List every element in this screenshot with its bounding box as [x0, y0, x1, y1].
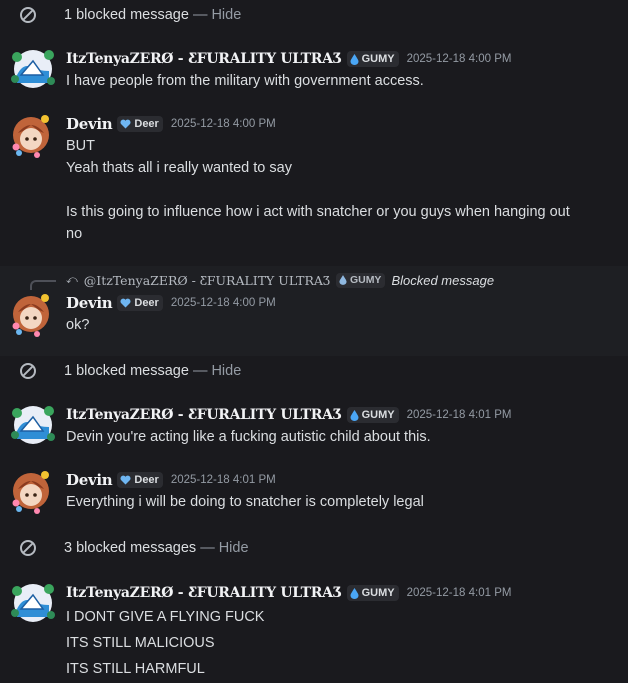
message-line: Devin you're acting like a fucking autis… — [66, 429, 431, 445]
guild-tag[interactable]: Deer — [117, 295, 163, 311]
message-line: Everything i will be doing to snatcher i… — [66, 494, 424, 510]
reply-tag-label: GUMY — [349, 274, 382, 286]
hide-link[interactable]: Hide — [219, 540, 249, 556]
water-drop-icon — [350, 587, 359, 599]
message: Devin Deer 2025-12-18 4:01 PM Everything… — [0, 469, 628, 514]
username[interactable]: ItzTenyaZERØ - ƸFURALITY ULTRAƷ — [66, 51, 342, 67]
separator: — — [200, 540, 215, 556]
message: ItzTenyaZERØ - ƸFURALITY ULTRAƷ GUMY 202… — [0, 48, 628, 92]
water-drop-icon — [339, 275, 347, 285]
blocked-icon — [20, 540, 36, 556]
message-line: ok? — [66, 317, 90, 333]
username[interactable]: ItzTenyaZERØ - ƸFURALITY ULTRAƷ — [66, 585, 342, 601]
blocked-count: 1 blocked message — [64, 7, 189, 23]
separator: — — [192, 7, 208, 23]
avatar[interactable] — [9, 401, 55, 444]
message-line: Yeah thats all i really wanted to say — [66, 160, 292, 176]
timestamp[interactable]: 2025-12-18 4:01 PM — [171, 474, 276, 486]
timestamp[interactable]: 2025-12-18 4:00 PM — [171, 118, 276, 130]
message: Devin Deer 2025-12-18 4:00 PM ok? — [0, 292, 628, 337]
timestamp[interactable]: 2025-12-18 4:01 PM — [407, 587, 512, 599]
message-line: I DONT GIVE A FLYING FUCK — [66, 609, 265, 625]
message: ItzTenyaZERØ - ƸFURALITY ULTRAƷ GUMY 202… — [0, 582, 628, 682]
reply-arrow-icon: ⤺ — [66, 273, 78, 286]
tag-label: GUMY — [361, 409, 395, 421]
guild-tag[interactable]: GUMY — [346, 51, 399, 67]
message: ItzTenyaZERØ - ƸFURALITY ULTRAƷ GUMY 202… — [0, 404, 628, 448]
tag-label: Deer — [134, 118, 159, 130]
message-line: I have people from the military with gov… — [66, 73, 424, 89]
separator: — — [192, 363, 208, 379]
avatar[interactable] — [9, 579, 55, 622]
blocked-icon — [20, 363, 36, 379]
reply-preview[interactable]: Blocked message — [391, 273, 494, 288]
reply-username[interactable]: @ItzTenyaZERØ - ƸFURALITY ULTRAƷ — [84, 273, 330, 288]
heart-shield-icon — [120, 298, 131, 308]
message-line: ITS STILL MALICIOUS — [66, 635, 215, 651]
hide-link[interactable]: Hide — [211, 7, 241, 23]
message: Devin Deer 2025-12-18 4:00 PM BUT Yeah t… — [0, 113, 628, 245]
username[interactable]: Devin — [66, 115, 113, 133]
message-line: no — [66, 226, 83, 242]
reply-guild-tag: GUMY — [335, 272, 386, 288]
reply-context[interactable]: ⤺ @ItzTenyaZERØ - ƸFURALITY ULTRAƷ GUMY … — [0, 270, 628, 290]
timestamp[interactable]: 2025-12-18 4:00 PM — [407, 53, 512, 65]
hide-link[interactable]: Hide — [211, 363, 241, 379]
heart-shield-icon — [120, 119, 131, 129]
avatar[interactable] — [9, 469, 51, 514]
guild-tag[interactable]: GUMY — [346, 585, 399, 601]
chat-log: 1 blocked message — Hide ItzTenyaZERØ - … — [0, 0, 628, 683]
blocked-messages-row: 3 blocked messages — Hide — [0, 533, 628, 563]
message-line: BUT — [66, 138, 95, 154]
tag-label: GUMY — [361, 53, 395, 65]
avatar[interactable] — [9, 113, 51, 158]
tag-label: Deer — [134, 297, 159, 309]
tag-label: GUMY — [361, 587, 395, 599]
guild-tag[interactable]: Deer — [117, 116, 163, 132]
guild-tag[interactable]: Deer — [117, 472, 163, 488]
blocked-count: 1 blocked message — [64, 363, 189, 379]
message-line — [66, 179, 616, 201]
reply-spine — [30, 280, 56, 290]
water-drop-icon — [350, 409, 359, 421]
message-line: Is this going to influence how i act wit… — [66, 204, 570, 220]
username[interactable]: ItzTenyaZERØ - ƸFURALITY ULTRAƷ — [66, 407, 342, 423]
username[interactable]: Devin — [66, 294, 113, 312]
water-drop-icon — [350, 53, 359, 65]
username[interactable]: Devin — [66, 471, 113, 489]
blocked-messages-row: 1 blocked message — Hide — [0, 0, 628, 30]
avatar[interactable] — [9, 45, 55, 88]
heart-shield-icon — [120, 475, 131, 485]
avatar[interactable] — [9, 292, 51, 337]
blocked-count: 3 blocked messages — [64, 540, 197, 556]
tag-label: Deer — [134, 474, 159, 486]
blocked-icon — [20, 7, 36, 23]
timestamp[interactable]: 2025-12-18 4:00 PM — [171, 297, 276, 309]
blocked-messages-row: 1 blocked message — Hide — [0, 356, 628, 386]
timestamp[interactable]: 2025-12-18 4:01 PM — [407, 409, 512, 421]
guild-tag[interactable]: GUMY — [346, 407, 399, 423]
message-line: ITS STILL HARMFUL — [66, 661, 205, 677]
